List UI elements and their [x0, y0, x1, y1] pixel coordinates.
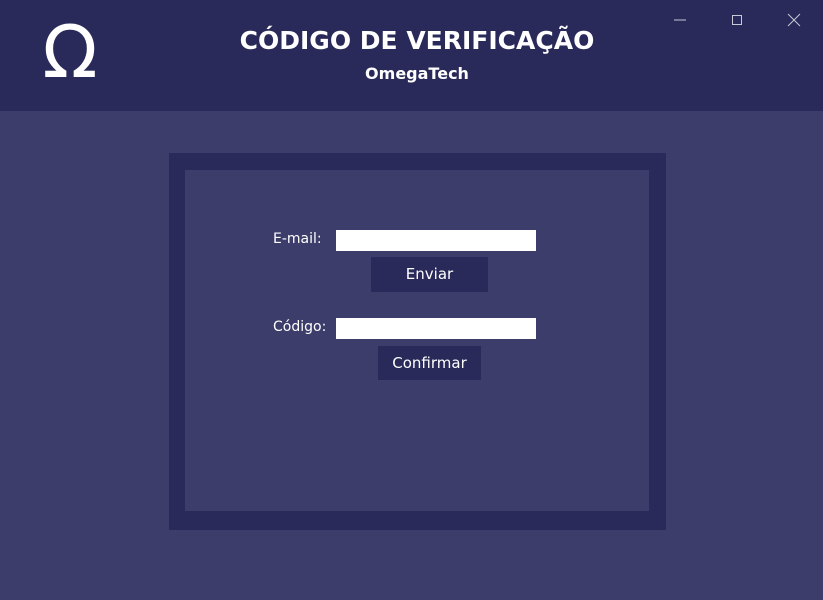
- form-panel: [185, 170, 649, 511]
- verification-window: Ω CÓDIGO DE VERIFICAÇÃO OmegaTech E-mail…: [0, 0, 823, 600]
- page-title: CÓDIGO DE VERIFICAÇÃO: [239, 26, 595, 55]
- company-name: OmegaTech: [365, 64, 469, 83]
- email-field[interactable]: [336, 230, 536, 251]
- omega-logo-icon: Ω: [42, 10, 98, 94]
- email-label: E-mail:: [273, 231, 322, 247]
- code-field[interactable]: [336, 318, 536, 339]
- header-bar: Ω CÓDIGO DE VERIFICAÇÃO OmegaTech: [0, 0, 823, 111]
- close-icon[interactable]: [782, 8, 806, 32]
- code-label: Código:: [273, 319, 327, 335]
- maximize-icon[interactable]: [725, 8, 749, 32]
- minimize-icon[interactable]: [668, 8, 692, 32]
- send-button[interactable]: Enviar: [371, 257, 488, 292]
- confirm-button[interactable]: Confirmar: [378, 346, 481, 380]
